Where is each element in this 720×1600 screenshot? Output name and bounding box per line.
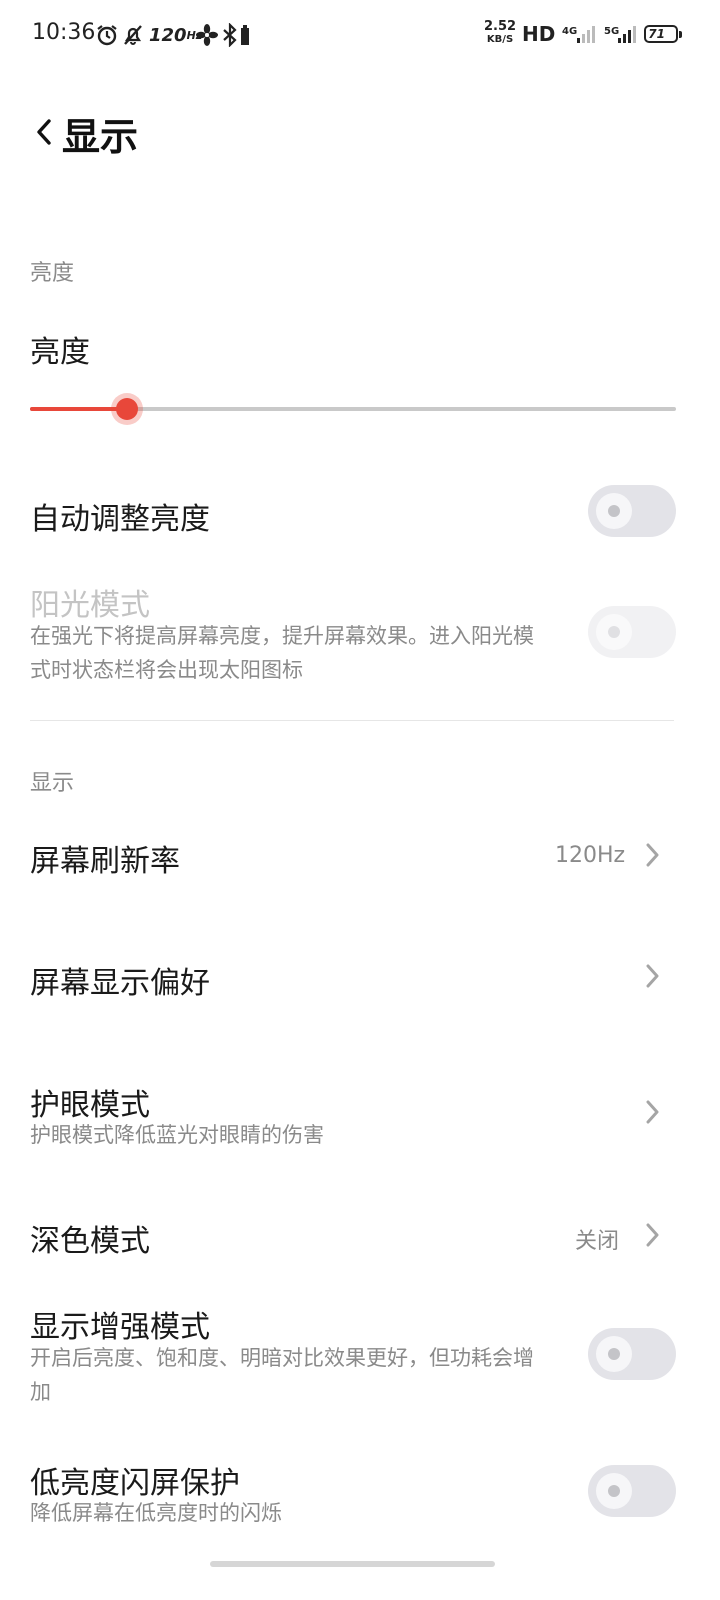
display-preference-row[interactable]: 屏幕显示偏好 (0, 938, 720, 1014)
battery-level: 71 (648, 27, 666, 41)
network-speed: 2.52 KB/S (484, 19, 517, 45)
chevron-right-icon (640, 956, 664, 996)
sim1-network-type: 4G (562, 26, 578, 37)
sunlight-mode-title: 阳光模式 (30, 588, 150, 623)
section-label-display: 显示 (30, 771, 75, 796)
brightness-title: 亮度 (30, 335, 90, 370)
sim1-signal-icon (576, 24, 598, 48)
sunlight-mode-row: 阳光模式 在强光下将提高屏幕亮度，提升屏幕效果。进入阳光模 式时状态栏将会出现太… (0, 578, 720, 698)
enhanced-display-subtitle-line2: 加 (30, 1380, 51, 1404)
status-bar: 10:36 120 Hz 2.52 KB/S HD 4G 5G 71 (0, 0, 720, 72)
status-time: 10:36 (32, 20, 96, 45)
low-brightness-flicker-row[interactable]: 低亮度闪屏保护 降低屏幕在低亮度时的闪烁 (0, 1456, 720, 1536)
section-label-brightness: 亮度 (30, 261, 75, 286)
enhanced-display-subtitle-line1: 开启后亮度、饱和度、明暗对比效果更好，但功耗会增 (30, 1346, 534, 1370)
brightness-slider[interactable] (30, 392, 676, 426)
hd-voice-indicator: HD (522, 22, 556, 46)
battery-tip (679, 31, 682, 38)
enhanced-display-title: 显示增强模式 (30, 1310, 210, 1345)
refresh-rate-value: 120Hz (555, 843, 626, 868)
sunlight-mode-subtitle-line1: 在强光下将提高屏幕亮度，提升屏幕效果。进入阳光模 (30, 624, 534, 648)
page-title: 显示 (62, 115, 139, 159)
eye-care-subtitle: 护眼模式降低蓝光对眼睛的伤害 (30, 1123, 324, 1147)
low-brightness-flicker-toggle[interactable] (588, 1465, 676, 1517)
auto-brightness-title: 自动调整亮度 (30, 502, 210, 537)
toggle-knob (596, 493, 632, 529)
refresh-rate-title: 屏幕刷新率 (30, 844, 180, 879)
bluetooth-icon (222, 22, 238, 48)
auto-brightness-toggle[interactable] (588, 485, 676, 537)
battery-icon: 71 (644, 25, 678, 43)
dark-mode-row[interactable]: 深色模式 关闭 (0, 1198, 720, 1272)
sim2-signal-icon (617, 24, 639, 48)
chevron-left-icon (37, 119, 51, 145)
home-indicator[interactable] (210, 1561, 495, 1567)
slider-thumb[interactable] (110, 393, 143, 425)
toggle-knob (596, 614, 632, 650)
back-button[interactable] (24, 108, 64, 156)
section-divider (30, 720, 674, 721)
refresh-rate-row[interactable]: 屏幕刷新率 120Hz (0, 818, 720, 892)
dark-mode-value: 关闭 (575, 1229, 620, 1254)
low-brightness-flicker-subtitle: 降低屏幕在低亮度时的闪烁 (30, 1501, 282, 1525)
toggle-knob (596, 1336, 632, 1372)
battery-small-icon (240, 22, 250, 48)
sunlight-mode-subtitle-line2: 式时状态栏将会出现太阳图标 (30, 658, 303, 682)
enhanced-display-row[interactable]: 显示增强模式 开启后亮度、饱和度、明暗对比效果更好，但功耗会增 加 (0, 1300, 720, 1416)
chevron-right-icon (640, 835, 664, 875)
fan-icon (196, 22, 218, 48)
toggle-knob (596, 1473, 632, 1509)
chevron-right-icon (640, 1092, 664, 1132)
sunlight-mode-subtitle: 在强光下将提高屏幕亮度，提升屏幕效果。进入阳光模 式时状态栏将会出现太阳图标 (30, 619, 590, 687)
display-preference-title: 屏幕显示偏好 (30, 966, 210, 1001)
dark-mode-title: 深色模式 (30, 1224, 150, 1259)
auto-brightness-row[interactable]: 自动调整亮度 (0, 478, 720, 550)
refresh-rate-indicator: 120 Hz (149, 24, 203, 46)
sunlight-mode-toggle (588, 606, 676, 658)
enhanced-display-toggle[interactable] (588, 1328, 676, 1380)
chevron-right-icon (640, 1215, 664, 1255)
enhanced-display-subtitle: 开启后亮度、饱和度、明暗对比效果更好，但功耗会增 加 (30, 1341, 590, 1409)
alarm-icon (96, 22, 118, 48)
notifications-muted-icon (122, 22, 144, 48)
eye-care-row[interactable]: 护眼模式 护眼模式降低蓝光对眼睛的伤害 (0, 1070, 720, 1156)
